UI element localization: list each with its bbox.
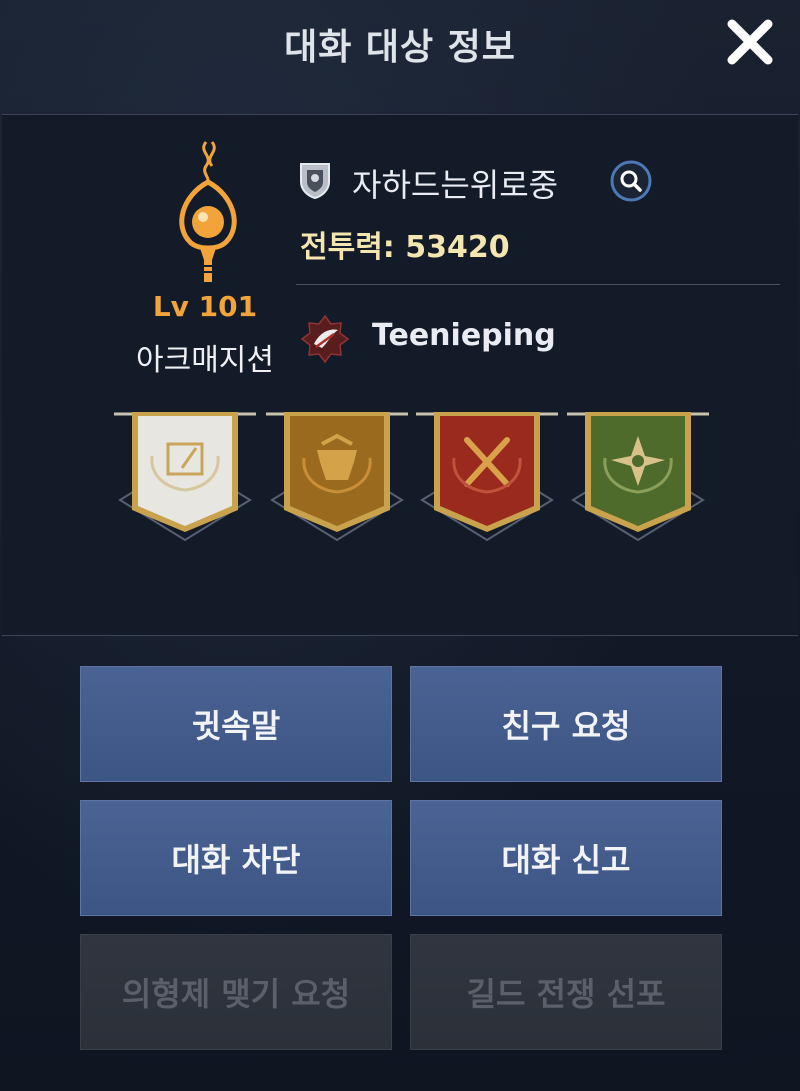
friend-request-button[interactable]: 친구 요청	[410, 666, 722, 782]
player-name: 자하드는위로중	[352, 166, 559, 204]
dialog-title: 대화 대상 정보	[284, 27, 516, 68]
search-icon[interactable]	[610, 160, 652, 202]
class-name: 아크매지션	[136, 343, 274, 378]
banner-helmet-icon[interactable]	[262, 400, 412, 550]
banner-crossed-swords-icon[interactable]	[412, 400, 562, 550]
divider	[296, 284, 780, 285]
whisper-button[interactable]: 귓속말	[80, 666, 392, 782]
combat-power: 전투력: 53420	[300, 230, 510, 265]
guild-emblem-icon	[300, 314, 350, 364]
report-chat-button[interactable]: 대화 신고	[410, 800, 722, 916]
dialog-window: 대화 대상 정보 Lv 101 아크매지션 자하드는위로중 전투력: 53420…	[0, 0, 800, 1091]
rank-shield-icon	[300, 163, 330, 200]
guild-war-button: 길드 전쟁 선포	[410, 934, 722, 1050]
sworn-brother-request-button: 의형제 맺기 요청	[80, 934, 392, 1050]
banner-flower-icon[interactable]	[563, 400, 713, 550]
banner-book-feather-icon[interactable]	[110, 400, 260, 550]
guild-name: Teenieping	[372, 318, 556, 353]
close-icon[interactable]	[722, 14, 778, 70]
class-emblem-icon	[179, 141, 237, 282]
level-label: Lv 101	[152, 290, 258, 323]
block-chat-button[interactable]: 대화 차단	[80, 800, 392, 916]
